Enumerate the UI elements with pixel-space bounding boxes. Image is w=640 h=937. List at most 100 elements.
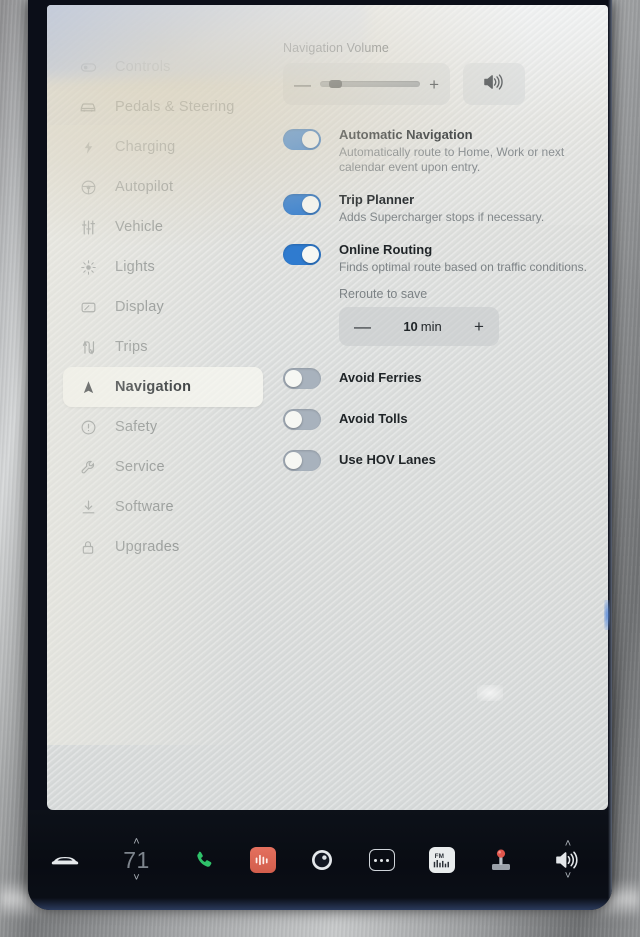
- trips-icon: [77, 339, 99, 356]
- volume-test-button[interactable]: [463, 63, 525, 105]
- toggle-knob: [302, 246, 319, 263]
- online-routing-toggle[interactable]: [283, 244, 321, 265]
- more-apps-button[interactable]: [368, 849, 395, 871]
- sidebar-item-controls[interactable]: Controls: [63, 47, 263, 87]
- fm-radio-button[interactable]: FM: [429, 847, 455, 873]
- navigation-volume-row: — +: [283, 63, 593, 105]
- sidebar-item-pedals-steering[interactable]: Pedals & Steering: [63, 87, 263, 127]
- sidebar-item-label: Vehicle: [115, 219, 164, 235]
- toggle-knob: [285, 411, 302, 428]
- bolt-icon: [77, 139, 99, 156]
- sidebar-item-vehicle[interactable]: Vehicle: [63, 207, 263, 247]
- sidebar-item-service[interactable]: Service: [63, 447, 263, 487]
- setting-text: Online Routing Finds optimal route based…: [339, 242, 587, 275]
- speaker-waves-icon: [482, 72, 506, 97]
- steering-wheel-icon: [77, 179, 99, 196]
- setting-row-avoid-tolls[interactable]: Avoid Tolls: [283, 407, 593, 430]
- sidebar-item-navigation[interactable]: Navigation: [63, 367, 263, 407]
- reroute-stepper[interactable]: — 10 min +: [339, 307, 499, 346]
- setting-row-trip-planner[interactable]: Trip Planner Adds Supercharger stops if …: [283, 192, 593, 225]
- setting-text: Trip Planner Adds Supercharger stops if …: [339, 192, 544, 225]
- climate-control[interactable]: ˄ 71 ˅: [115, 837, 159, 884]
- setting-row-avoid-ferries[interactable]: Avoid Ferries: [283, 366, 593, 389]
- display-icon: [77, 299, 99, 316]
- sidebar-item-label: Lights: [115, 259, 155, 275]
- music-icon: [249, 847, 276, 873]
- sidebar-item-label: Service: [115, 459, 165, 475]
- sidebar-item-display[interactable]: Display: [63, 287, 263, 327]
- sidebar-item-trips[interactable]: Trips: [63, 327, 263, 367]
- dot: [386, 858, 389, 862]
- chevron-up-icon[interactable]: ˄: [133, 837, 139, 848]
- more-icon: [368, 849, 395, 871]
- sidebar-item-label: Trips: [115, 339, 148, 355]
- sidebar-item-software[interactable]: Software: [63, 487, 263, 527]
- avoid-ferries-toggle[interactable]: [283, 368, 321, 389]
- phone-icon: [193, 849, 215, 871]
- setting-label: Use HOV Lanes: [339, 451, 436, 467]
- sliders-icon: [77, 219, 99, 236]
- setting-label: Avoid Tolls: [339, 410, 408, 426]
- sidebar-item-label: Navigation: [115, 379, 192, 395]
- sidebar-item-label: Upgrades: [115, 539, 180, 555]
- setting-row-online-routing[interactable]: Online Routing Finds optimal route based…: [283, 242, 593, 275]
- setting-text: Automatic Navigation Automatically route…: [339, 127, 589, 175]
- sidebar-item-label: Pedals & Steering: [115, 99, 235, 115]
- sidebar-item-lights[interactable]: Lights: [63, 247, 263, 287]
- setting-row-use-hov-lanes[interactable]: Use HOV Lanes: [283, 448, 593, 471]
- toggle-knob: [302, 131, 319, 148]
- use-hov-lanes-toggle[interactable]: [283, 450, 321, 471]
- speaker-waves-icon[interactable]: [554, 849, 582, 871]
- reroute-unit: min: [420, 319, 442, 334]
- setting-row-automatic-navigation[interactable]: Automatic Navigation Automatically route…: [283, 127, 593, 175]
- dot: [374, 858, 377, 862]
- volume-control-taskbar[interactable]: ˄ ˅: [546, 839, 590, 882]
- reroute-increase-button[interactable]: +: [474, 318, 484, 335]
- housing-right-gloss: [608, 0, 612, 910]
- setting-description: Automatically route to Home, Work or nex…: [339, 145, 565, 174]
- sidebar-item-charging[interactable]: Charging: [63, 127, 263, 167]
- avoid-tolls-toggle[interactable]: [283, 409, 321, 430]
- settings-content: Navigation Volume — + Automatic Navigati…: [283, 41, 593, 471]
- trip-planner-toggle[interactable]: [283, 194, 321, 215]
- volume-slider-track[interactable]: [320, 80, 421, 88]
- toggle-knob: [302, 196, 319, 213]
- sidebar-item-upgrades[interactable]: Upgrades: [63, 527, 263, 567]
- automatic-navigation-toggle[interactable]: [283, 129, 321, 150]
- svg-text:FM: FM: [435, 853, 444, 860]
- music-button[interactable]: [249, 847, 276, 873]
- temperature-value: 71: [123, 847, 150, 873]
- dot: [380, 858, 383, 862]
- wrench-icon: [77, 459, 99, 476]
- arcade-button[interactable]: [490, 848, 512, 872]
- chevron-down-icon[interactable]: ˅: [565, 871, 571, 882]
- navigation-volume-title: Navigation Volume: [283, 41, 389, 55]
- sidebar-item-label: Autopilot: [115, 179, 174, 195]
- reroute-value: 10 min: [403, 319, 441, 334]
- arcade-icon: [490, 848, 512, 872]
- volume-decrease-button[interactable]: —: [294, 76, 311, 93]
- volume-slider-knob[interactable]: [329, 80, 342, 88]
- sidebar-item-autopilot[interactable]: Autopilot: [63, 167, 263, 207]
- car-button[interactable]: [50, 852, 80, 868]
- sidebar-item-safety[interactable]: Safety: [63, 407, 263, 447]
- setting-description: Finds optimal route based on traffic con…: [339, 260, 587, 274]
- settings-sidebar[interactable]: Controls Pedals & Steering Charging Auto…: [63, 47, 263, 567]
- volume-slider-control[interactable]: — +: [283, 63, 450, 105]
- reroute-decrease-button[interactable]: —: [354, 318, 371, 335]
- setting-label: Online Routing: [339, 242, 433, 257]
- dashcam-button[interactable]: [310, 848, 334, 872]
- reroute-label: Reroute to save: [339, 287, 428, 301]
- sidebar-item-label: Safety: [115, 419, 158, 435]
- volume-increase-button[interactable]: +: [429, 76, 439, 93]
- car-front-icon: [50, 852, 80, 868]
- chevron-up-icon[interactable]: ˄: [565, 839, 571, 850]
- photo-frame: Controls Pedals & Steering Charging Auto…: [0, 0, 640, 937]
- download-icon: [77, 499, 99, 516]
- phone-button[interactable]: [193, 849, 215, 871]
- chevron-down-icon[interactable]: ˅: [133, 873, 139, 884]
- sidebar-item-label: Software: [115, 499, 174, 515]
- fm-radio-icon: FM: [429, 847, 455, 873]
- taskbar-items: ˄ 71 ˅ FM ˄ ˅: [28, 837, 612, 884]
- alert-circle-icon: [77, 419, 99, 436]
